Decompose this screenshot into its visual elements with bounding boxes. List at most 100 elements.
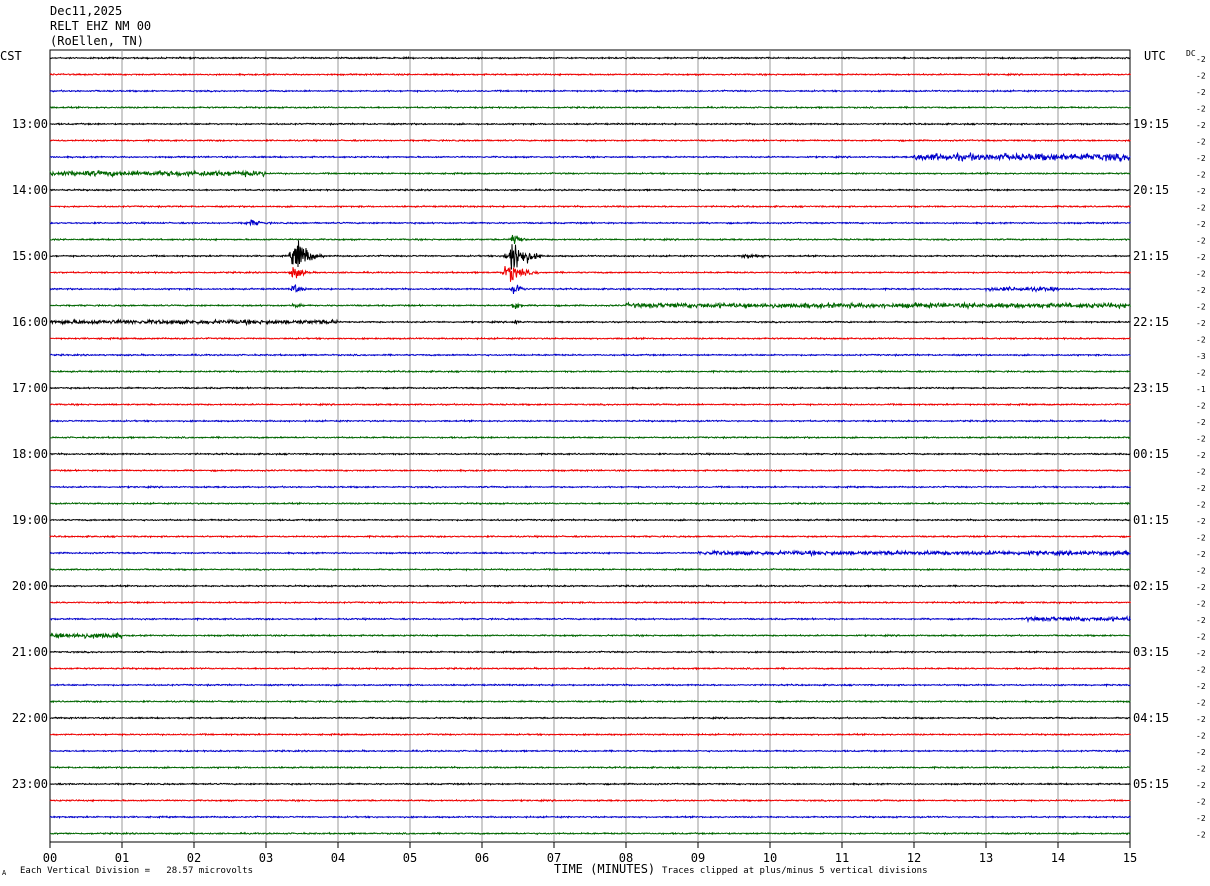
x-tick-label: 01 <box>115 851 129 865</box>
x-axis-title: TIME (MINUTES) <box>554 862 656 876</box>
dc-offset-label: -2 <box>1196 748 1206 757</box>
dc-offset-label: -2 <box>1196 88 1206 97</box>
seismic-trace <box>49 105 1131 110</box>
dc-offset-label: -2 <box>1196 187 1206 196</box>
seismic-trace <box>49 650 1131 655</box>
seismic-trace <box>50 583 1131 589</box>
dc-offset-label: -2 <box>1196 550 1206 559</box>
left-hour-label: 14:00 <box>12 183 48 197</box>
dc-offset-label: -2 <box>1196 616 1206 625</box>
dc-offset-label: -2 <box>1196 732 1206 741</box>
seismic-trace <box>49 815 1131 820</box>
dc-offset-label: -2 <box>1196 270 1206 279</box>
x-tick-label: 00 <box>43 851 57 865</box>
seismic-trace <box>49 798 1131 803</box>
x-tick-label: 05 <box>403 851 417 865</box>
seismic-trace <box>49 468 1131 473</box>
seismic-trace <box>49 318 1131 327</box>
dc-offset-label: -2 <box>1196 484 1206 493</box>
right-hour-label: 05:15 <box>1133 777 1169 791</box>
seismic-trace <box>49 534 1131 539</box>
left-hour-label: 16:00 <box>12 315 48 329</box>
right-hour-label: 02:15 <box>1133 579 1169 593</box>
x-tick-label: 14 <box>1051 851 1065 865</box>
seismic-trace <box>49 765 1131 770</box>
right-hour-label: 00:15 <box>1133 447 1169 461</box>
dc-offset-label: -2 <box>1196 765 1206 774</box>
seismic-trace <box>49 204 1131 209</box>
seismic-trace <box>49 234 1131 244</box>
left-hour-label: 17:00 <box>12 381 48 395</box>
dc-offset-label: -2 <box>1196 369 1206 378</box>
dc-offset-label: -2 <box>1196 781 1206 790</box>
seismic-trace <box>49 631 1131 640</box>
left-hour-label: 20:00 <box>12 579 48 593</box>
dc-offset-label: -2 <box>1196 501 1206 510</box>
plot-frame <box>49 49 1131 843</box>
seismic-trace <box>50 600 1131 605</box>
dc-offset-label: -2 <box>1196 517 1206 526</box>
seismic-trace <box>49 169 1131 178</box>
dc-offset-label: -2 <box>1196 319 1206 328</box>
dc-offset-label: -2 <box>1196 402 1206 411</box>
seismic-trace <box>49 435 1131 440</box>
right-hour-label: 19:15 <box>1133 117 1169 131</box>
corner-mark: A <box>2 869 7 877</box>
dc-offset-label: -2 <box>1196 468 1206 477</box>
dc-offset-label: -2 <box>1196 237 1206 246</box>
dc-offset-label: -2 <box>1196 699 1206 708</box>
dc-offset-label: -2 <box>1196 682 1206 691</box>
seismic-trace <box>49 138 1131 143</box>
dc-offset-label: -2 <box>1196 666 1206 675</box>
seismic-trace <box>49 55 1131 61</box>
x-tick-label: 10 <box>763 851 777 865</box>
seismic-trace <box>49 89 1131 94</box>
dc-offset-label: -2 <box>1196 600 1206 609</box>
dc-offset-label: -1 <box>1196 385 1206 394</box>
dc-offset-label: -2 <box>1196 138 1206 147</box>
x-tick-label: 04 <box>331 851 345 865</box>
right-hour-label: 03:15 <box>1133 645 1169 659</box>
seismogram-chart: 00 01 02 03 04 05 06 07 08 09 10 11 12 13 14 15-2-2-2-2… <box>12 49 1206 865</box>
clip-note: Traces clipped at plus/minus 5 vertical … <box>662 866 928 876</box>
dc-offset-label: -2 <box>1196 204 1206 213</box>
dc-offset-label: -2 <box>1196 418 1206 427</box>
seismic-trace <box>49 699 1131 704</box>
seismic-trace <box>49 352 1131 358</box>
seismic-trace <box>49 715 1131 721</box>
seismic-trace <box>49 501 1131 506</box>
dc-offset-label: -3 <box>1196 352 1206 361</box>
seismic-trace <box>49 386 1131 391</box>
dc-offset-label: -2 <box>1196 72 1206 81</box>
left-hour-label: 21:00 <box>12 645 48 659</box>
left-hour-label: 18:00 <box>12 447 48 461</box>
dc-offset-label: -2 <box>1196 121 1206 130</box>
seismic-trace <box>49 732 1131 737</box>
dc-offset-label: -2 <box>1196 633 1206 642</box>
seismic-trace <box>49 418 1131 424</box>
dc-offset-label: -2 <box>1196 583 1206 592</box>
seismic-trace <box>49 284 1131 295</box>
seismic-trace <box>49 831 1131 836</box>
dc-offset-label: -2 <box>1196 286 1206 295</box>
right-hour-label: 21:15 <box>1133 249 1169 263</box>
x-tick-label: 09 <box>691 851 705 865</box>
dc-offset-label: -2 <box>1196 451 1206 460</box>
left-hour-label: 22:00 <box>12 711 48 725</box>
seismic-trace <box>49 240 1131 270</box>
dc-offset-label: -2 <box>1196 435 1206 444</box>
seismic-trace <box>49 748 1131 754</box>
dc-offset-label: -2 <box>1196 715 1206 724</box>
dc-offset-label: -2 <box>1196 105 1206 114</box>
seismic-trace <box>49 549 1131 558</box>
dc-offset-label: -2 <box>1196 55 1206 64</box>
right-hour-label: 20:15 <box>1133 183 1169 197</box>
seismic-trace <box>49 666 1131 671</box>
right-hour-label: 22:15 <box>1133 315 1169 329</box>
x-tick-label: 15 <box>1123 851 1137 865</box>
left-hour-label: 13:00 <box>12 117 48 131</box>
seismic-trace <box>50 682 1131 688</box>
dc-offset-label: -2 <box>1196 336 1206 345</box>
x-tick-label: 06 <box>475 851 489 865</box>
right-hour-label: 04:15 <box>1133 711 1169 725</box>
